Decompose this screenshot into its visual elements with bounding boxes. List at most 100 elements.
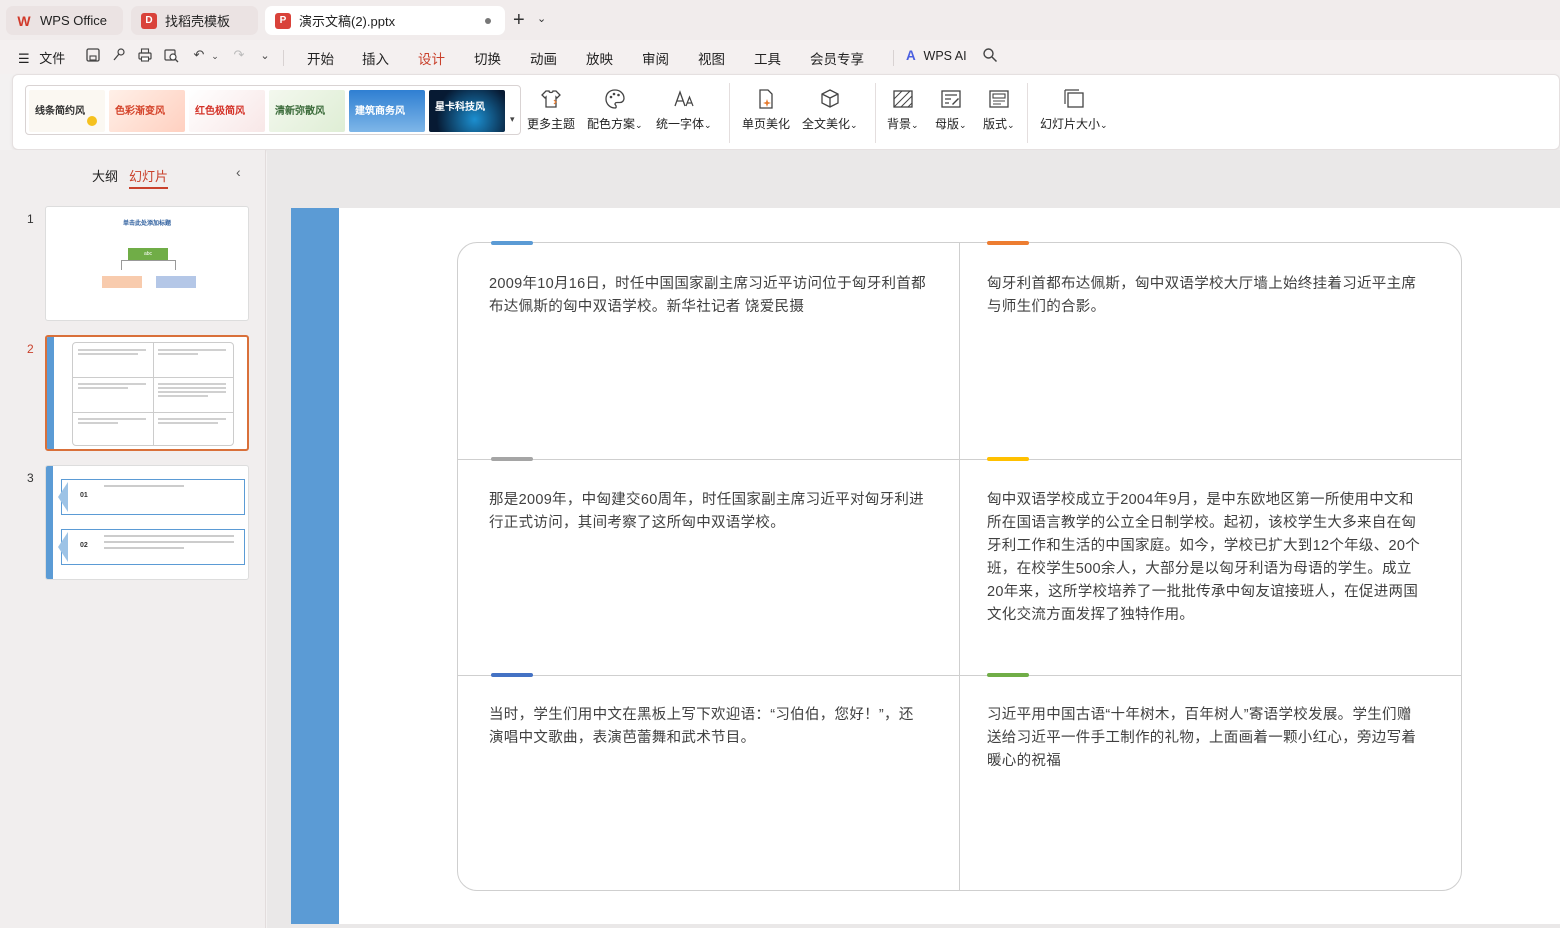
- slide-canvas: 2009年10月16日，时任中国国家副主席习近平访问位于匈牙利首都布达佩斯的匈中…: [267, 150, 1560, 928]
- tab-wps-office[interactable]: W WPS Office: [6, 6, 123, 35]
- tab-tools[interactable]: 工具: [754, 48, 781, 68]
- tab-member[interactable]: 会员专享: [810, 48, 864, 68]
- save-icon[interactable]: [84, 47, 102, 65]
- hamburger-icon: ☰: [18, 51, 30, 66]
- theme-label: 星卡科技风: [435, 102, 485, 113]
- shirt-icon: [541, 90, 561, 108]
- menu-separator: [283, 50, 284, 66]
- tab-slideshow[interactable]: 放映: [586, 48, 613, 68]
- slide2-grid: [72, 342, 234, 446]
- file-menu[interactable]: ☰ 文件: [18, 48, 65, 67]
- master-button[interactable]: 母版⌄: [935, 87, 967, 132]
- theme-gallery: 线条简约风 色彩渐变风 红色极简风 清新弥散风 建筑商务风 星卡科技风 ▾: [25, 85, 521, 135]
- wps-ai-label: WPS AI: [923, 49, 967, 63]
- master-label: 母版: [935, 117, 960, 131]
- dropdown-chevron-icon: ⌄: [911, 120, 919, 130]
- slide-size-icon: [1064, 89, 1084, 108]
- tab-review[interactable]: 审阅: [642, 48, 669, 68]
- tab-document[interactable]: P 演示文稿(2).pptx: [265, 6, 505, 35]
- unify-font-button[interactable]: 统一字体⌄: [656, 87, 712, 132]
- dropdown-chevron-icon: ⌄: [959, 120, 967, 130]
- layout-icon: [989, 90, 1009, 108]
- tab-template-label: 找稻壳模板: [165, 14, 231, 29]
- slide-thumbnail-3[interactable]: 01 02: [45, 465, 249, 580]
- new-tab-plus-icon[interactable]: +: [513, 9, 525, 32]
- single-beautify-label: 单页美化: [742, 117, 791, 131]
- tab-insert[interactable]: 插入: [362, 48, 389, 68]
- background-icon: [893, 90, 913, 108]
- wps-ai-button[interactable]: A WPS AI: [906, 48, 967, 63]
- tab-template[interactable]: D 找稻壳模板: [131, 6, 258, 35]
- theme-thumb-red-minimal[interactable]: 红色极简风: [189, 90, 265, 132]
- cell-text-5[interactable]: 当时，学生们用中文在黑板上写下欢迎语：“习伯伯，您好！”，还演唱中文歌曲，表演芭…: [489, 704, 927, 750]
- theme-label: 线条简约风: [35, 106, 85, 117]
- theme-thumb-tech[interactable]: 星卡科技风: [429, 90, 505, 132]
- cell-accent-bar: [987, 457, 1029, 461]
- print-icon[interactable]: [136, 47, 154, 65]
- cell-accent-bar: [987, 241, 1029, 245]
- slide-side-bar: [291, 208, 339, 924]
- slide-size-button[interactable]: 幻灯片大小⌄: [1040, 87, 1108, 132]
- quick-access-more-icon[interactable]: ⌄: [256, 49, 274, 67]
- ribbon-separator: [875, 83, 876, 143]
- cell-text-4[interactable]: 匈中双语学校成立于2004年9月，是中东欧地区第一所使用中文和所在国语言教学的公…: [987, 489, 1425, 627]
- tab-outline[interactable]: 大纲: [92, 166, 118, 185]
- wps-logo-icon: W: [17, 12, 31, 29]
- ribbon-separator: [1027, 83, 1028, 143]
- search-icon[interactable]: [981, 47, 999, 65]
- grid-divider-horizontal: [458, 459, 1461, 460]
- chevron-shape-icon: [58, 532, 68, 562]
- cell-text-2[interactable]: 匈牙利首都布达佩斯，匈中双语学校大厅墙上始终挂着习近平主席与师生们的合影。: [987, 273, 1425, 319]
- slide-thumbnail-2[interactable]: [45, 335, 249, 451]
- tab-design[interactable]: 设计: [418, 48, 445, 76]
- color-scheme-button[interactable]: 配色方案⌄: [587, 87, 643, 132]
- tab-transition[interactable]: 切换: [474, 48, 501, 68]
- tab-animation[interactable]: 动画: [530, 48, 557, 68]
- current-slide[interactable]: 2009年10月16日，时任中国国家副主席习近平访问位于匈牙利首都布达佩斯的匈中…: [291, 208, 1560, 924]
- ribbon-separator: [729, 83, 730, 143]
- cell-text-1[interactable]: 2009年10月16日，时任中国国家副主席习近平访问位于匈牙利首都布达佩斯的匈中…: [489, 273, 927, 319]
- slide1-title: 单击此处添加标题: [122, 221, 171, 227]
- tab-wps-label: WPS Office: [40, 13, 107, 28]
- tab-view[interactable]: 视图: [698, 48, 725, 68]
- slide-size-label: 幻灯片大小: [1040, 117, 1101, 131]
- file-menu-label: 文件: [39, 51, 66, 66]
- page-beautify-icon: [759, 89, 773, 109]
- theme-thumb-line-simple[interactable]: 线条简约风: [29, 90, 105, 132]
- theme-thumb-fresh[interactable]: 清新弥散风: [269, 90, 345, 132]
- slide3-item-2: 02: [58, 529, 245, 565]
- more-themes-button[interactable]: 更多主题: [527, 87, 575, 132]
- font-icon: [674, 90, 694, 107]
- tab-list-chevron-icon[interactable]: ⌄: [537, 12, 546, 25]
- theme-thumb-architecture[interactable]: 建筑商务风: [349, 90, 425, 132]
- tab-slides[interactable]: 幻灯片: [129, 166, 169, 189]
- full-text-beautify-button[interactable]: 全文美化⌄: [802, 87, 858, 132]
- theme-thumb-gradient[interactable]: 色彩渐变风: [109, 90, 185, 132]
- print-preview-icon[interactable]: [162, 47, 180, 65]
- background-button[interactable]: 背景⌄: [887, 87, 919, 132]
- layout-button[interactable]: 版式⌄: [983, 87, 1015, 132]
- collapse-panel-icon[interactable]: ‹: [236, 164, 241, 180]
- slide3-left-bar: [46, 466, 53, 579]
- cell-text-3[interactable]: 那是2009年，中匈建交60周年，时任国家副主席习近平对匈牙利进行正式访问，其间…: [489, 489, 927, 535]
- color-scheme-label: 配色方案: [587, 117, 636, 131]
- tab-close-icon[interactable]: [485, 18, 491, 24]
- slide2-left-bar: [47, 337, 54, 449]
- cell-accent-bar: [987, 673, 1029, 677]
- slide-thumbnail-1[interactable]: 单击此处添加标题 abc: [45, 206, 249, 321]
- slide1-connector: [121, 260, 176, 270]
- slide-panel: 大纲 幻灯片 ‹ 1 单击此处添加标题 abc 2 3 01 02: [0, 150, 266, 928]
- tab-start[interactable]: 开始: [307, 48, 334, 68]
- single-page-beautify-button[interactable]: 单页美化: [742, 87, 790, 132]
- cell-accent-bar: [491, 673, 533, 677]
- docer-logo-icon: D: [141, 12, 157, 29]
- slide1-right-box: [156, 276, 196, 288]
- unify-font-label: 统一字体: [656, 117, 705, 131]
- undo-dropdown-icon[interactable]: ⌄: [206, 51, 224, 69]
- cube-icon: [821, 89, 839, 108]
- theme-gallery-expand-icon[interactable]: ▾: [510, 114, 515, 125]
- redo-icon[interactable]: ↷: [230, 47, 248, 65]
- brush-icon[interactable]: [110, 47, 128, 65]
- background-label: 背景: [887, 117, 912, 131]
- cell-text-6[interactable]: 习近平用中国古语“十年树木，百年树人”寄语学校发展。学生们赠送给习近平一件手工制…: [987, 704, 1425, 773]
